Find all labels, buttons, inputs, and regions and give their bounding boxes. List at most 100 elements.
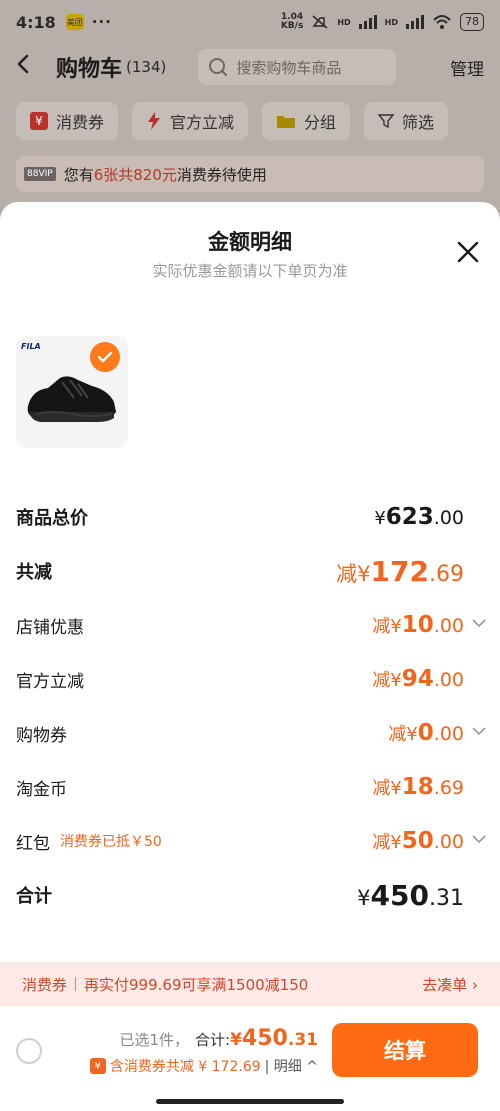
promo-divider (75, 977, 77, 991)
tao-coins-value: 减¥ 18.69 (372, 774, 464, 800)
more-notifications-icon: ··· (91, 13, 112, 31)
filter-voucher[interactable]: ¥ 消费券 (16, 102, 119, 140)
cart-count: (134) (126, 58, 167, 76)
official-discount-value: 减¥ 94.00 (372, 666, 464, 692)
footer-total-label: 合计: (195, 1031, 231, 1049)
close-icon[interactable] (456, 240, 480, 264)
footer-dec: .31 (287, 1030, 318, 1050)
total-discount-prefix: 减¥ (336, 561, 371, 586)
footer-int: 450 (241, 1026, 288, 1051)
row-shop-discount[interactable]: 店铺优惠 减¥ 10.00 (0, 598, 500, 652)
tao-coins-int: 18 (401, 774, 434, 800)
amount-detail-sheet: 金额明细 实际优惠金额请以下单页为准 FILA 商品总价 ¥623.00 共减 … (0, 202, 500, 1111)
back-icon[interactable] (16, 53, 46, 81)
filter-bar: ¥ 消费券 官方立减 分组 筛选 (16, 102, 449, 140)
nav-bar: 购物车 (134) 搜索购物车商品 管理 (0, 44, 500, 90)
filter-icon (378, 114, 395, 129)
status-time: 4:18 (16, 12, 56, 32)
voucher-banner[interactable]: 88VIP 您有6张共820元消费券待使用 (16, 156, 484, 192)
subtotal-label: 合计 (16, 886, 52, 907)
total-price-currency: ¥ (374, 508, 386, 529)
manage-button[interactable]: 管理 (450, 55, 484, 80)
voucher-icon: ¥ (30, 112, 48, 130)
tao-coins-label: 淘金币 (16, 779, 67, 800)
lightning-icon (148, 112, 161, 130)
red-packet-value: 减¥ 50.00 (372, 828, 464, 854)
hd-label-1: HD (337, 17, 351, 27)
total-discount-dec: .69 (429, 561, 464, 587)
shop-discount-prefix: 减¥ (372, 616, 402, 637)
shopping-voucher-int: 0 (417, 720, 434, 746)
check-icon[interactable] (90, 342, 120, 372)
footer-summary: 已选1件， 合计: ¥450.31 (119, 1026, 318, 1051)
mute-icon (312, 15, 328, 29)
red-packet-int: 50 (401, 828, 434, 854)
official-discount-dec: .00 (433, 669, 464, 691)
footer-discount-line[interactable]: ¥ 含消费券共减 ¥ 172.69 | 明细 ^ (89, 1056, 318, 1076)
hd-label-2: HD (384, 17, 398, 27)
red-packet-label: 红包 (16, 833, 50, 854)
subtotal-value: ¥450.31 (357, 879, 464, 912)
chevron-down-icon[interactable] (472, 618, 486, 628)
total-price-dec: .00 (433, 507, 464, 529)
battery-icon: 78 (460, 13, 484, 31)
banner-prefix: 您有 (63, 165, 94, 184)
filter-group[interactable]: 分组 (262, 102, 351, 140)
shop-discount-dec: .00 (433, 615, 464, 637)
network-speed-unit: KB/s (280, 21, 304, 31)
tao-coins-prefix: 减¥ (372, 778, 402, 799)
promo-text: 再实付999.69可享满1500减150 (84, 975, 309, 994)
total-discount-label: 共减 (16, 562, 52, 583)
row-subtotal: 合计 ¥450.31 (0, 868, 500, 922)
total-price-value: ¥623.00 (374, 504, 464, 530)
row-shopping-voucher[interactable]: 购物券 减¥ 0.00 (0, 706, 500, 760)
home-indicator[interactable] (156, 1099, 344, 1104)
chevron-down-icon[interactable] (472, 726, 486, 736)
tao-coins-dec: .69 (433, 777, 464, 799)
signal-icon (358, 15, 377, 29)
search-input[interactable]: 搜索购物车商品 (198, 49, 397, 85)
row-red-packet[interactable]: 红包 消费券已抵￥50 减¥ 50.00 (0, 814, 500, 868)
official-discount-label: 官方立减 (16, 671, 84, 692)
filter-label: 筛选 (402, 113, 435, 132)
detail-toggle[interactable]: | 明细 ^ (265, 1056, 318, 1076)
banner-suffix: 消费券待使用 (176, 165, 267, 184)
shop-discount-label: 店铺优惠 (16, 617, 84, 638)
filter-group-label: 分组 (304, 113, 337, 132)
official-discount-int: 94 (401, 666, 434, 692)
shopping-voucher-prefix: 减¥ (388, 724, 418, 745)
promo-tag: 消费券 (22, 975, 68, 994)
filter-official-label: 官方立减 (170, 113, 235, 132)
footer-total-amount: ¥450.31 (230, 1026, 318, 1051)
sheet-title: 金额明细 (208, 230, 292, 254)
banner-text: 您有6张共820元消费券待使用 (64, 164, 267, 185)
chevron-down-icon[interactable] (472, 834, 486, 844)
shopping-voucher-value: 减¥ 0.00 (388, 720, 464, 746)
search-icon (209, 58, 228, 76)
total-price-label: 商品总价 (16, 508, 88, 529)
row-total-discount: 共减 减¥ 172.69 (0, 544, 500, 598)
subtotal-int: 450 (370, 878, 429, 912)
footer-currency: ¥ (230, 1030, 242, 1050)
row-tao-coins: 淘金币 减¥ 18.69 (0, 760, 500, 814)
footer-coupon-text: 含消费券共减 ¥ 172.69 (109, 1059, 261, 1075)
app-notification-icon: 美团 (65, 14, 84, 30)
add-items-link[interactable]: 去凑单 › (422, 974, 478, 995)
total-discount-value: 减¥ 172.69 (336, 555, 464, 588)
vip-badge: 88VIP (24, 167, 56, 181)
filter-voucher-label: 消费券 (56, 113, 105, 132)
total-discount-int: 172 (370, 554, 429, 588)
filter-official-discount[interactable]: 官方立减 (132, 102, 249, 140)
banner-highlight: 6张共820元 (93, 165, 177, 184)
signal-icon-2 (406, 15, 424, 29)
filter-button[interactable]: 筛选 (364, 102, 449, 140)
checkout-footer: 已选1件， 合计: ¥450.31 ¥ 含消费券共减 ¥ 172.69 | 明细… (0, 1006, 500, 1096)
wifi-icon (433, 15, 451, 29)
select-all-radio[interactable] (16, 1038, 42, 1064)
voucher-icon: ¥ (89, 1058, 106, 1074)
folder-icon (277, 116, 296, 128)
shopping-voucher-label: 购物券 (16, 725, 67, 746)
subtotal-currency: ¥ (357, 885, 371, 910)
official-discount-prefix: 减¥ (372, 670, 402, 691)
checkout-button[interactable]: 结算 (332, 1023, 478, 1077)
